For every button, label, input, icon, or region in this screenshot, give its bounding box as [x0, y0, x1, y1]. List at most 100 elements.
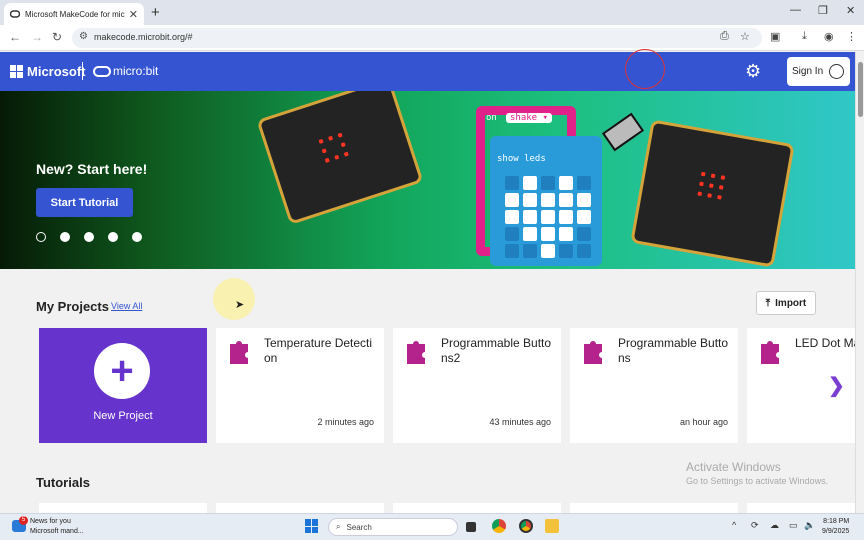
- bookmark-star-icon[interactable]: ☆: [740, 30, 750, 43]
- user-avatar-icon: [829, 64, 845, 79]
- import-button[interactable]: ⤒ Import: [756, 291, 816, 315]
- tutorial-card[interactable]: [216, 503, 384, 513]
- reload-icon[interactable]: ↻: [52, 30, 62, 44]
- carousel-dot[interactable]: [36, 232, 46, 242]
- hero-banner: on shake ▾ show leds New? Start here! St…: [0, 91, 855, 269]
- led-cell: [577, 210, 591, 224]
- carousel-dot[interactable]: [60, 232, 70, 242]
- project-card[interactable]: Programmable Buttons an hour ago: [570, 328, 738, 443]
- led-cell: [559, 244, 573, 258]
- back-icon[interactable]: ←: [9, 30, 21, 44]
- hero-headline: New? Start here!: [36, 161, 148, 177]
- news-widget[interactable]: News for you Microsoft mand...: [30, 517, 84, 537]
- tutorial-card[interactable]: [393, 503, 561, 513]
- usb-cable-image: [601, 112, 645, 152]
- page-scrollbar[interactable]: [855, 52, 864, 513]
- search-placeholder: Search: [346, 522, 372, 532]
- browser-tab[interactable]: Microsoft MakeCode for micro: ✕: [4, 3, 144, 25]
- tray-volume-icon[interactable]: 🔈: [804, 520, 815, 531]
- watermark-line2: Go to Settings to activate Windows.: [686, 476, 829, 486]
- project-title: Temperature Detection: [264, 336, 373, 365]
- tray-cloud-icon[interactable]: ☁: [770, 520, 779, 531]
- block-on-label: on: [486, 113, 497, 123]
- plus-icon: +: [94, 343, 150, 399]
- install-app-icon[interactable]: ⎙: [720, 30, 729, 43]
- new-project-card[interactable]: + New Project: [39, 328, 207, 443]
- microsoft-brand[interactable]: Microsoft: [27, 64, 86, 79]
- puzzle-icon: [584, 341, 602, 364]
- led-cell: [541, 176, 555, 190]
- project-card[interactable]: Programmable Buttons2 43 minutes ago: [393, 328, 561, 443]
- taskbar-search[interactable]: ⌕ Search: [328, 518, 458, 536]
- tray-chevron-icon[interactable]: ^: [732, 520, 736, 530]
- close-window-button[interactable]: ✕: [846, 4, 855, 17]
- carousel-dot[interactable]: [132, 232, 142, 242]
- puzzle-icon: [761, 341, 779, 364]
- downloads-icon[interactable]: ⤓: [802, 30, 807, 43]
- forward-icon[interactable]: →: [31, 30, 43, 44]
- led-cell: [577, 176, 591, 190]
- tray-sync-icon[interactable]: ⟳: [751, 520, 759, 531]
- led-cell: [523, 193, 537, 207]
- led-cell: [541, 210, 555, 224]
- led-cell: [505, 227, 519, 241]
- minimize-button[interactable]: —: [790, 4, 801, 16]
- start-tutorial-button[interactable]: Start Tutorial: [36, 188, 133, 217]
- led-cell: [559, 193, 573, 207]
- browser-toolbar: ← → ↻ ⚙ makecode.microbit.org/# ⎙ ☆ ▣ ⤓ …: [0, 25, 864, 51]
- scroll-thumb[interactable]: [858, 62, 863, 117]
- news-badge: 5: [19, 516, 28, 525]
- led-cell: [523, 176, 537, 190]
- microbit-brand[interactable]: micro:bit: [113, 64, 158, 78]
- microbit-board-image: [630, 119, 795, 268]
- new-tab-button[interactable]: +: [151, 4, 160, 21]
- led-cell: [505, 176, 519, 190]
- task-view-icon[interactable]: [466, 522, 476, 532]
- led-cell: [541, 227, 555, 241]
- file-explorer-icon[interactable]: [545, 519, 559, 533]
- clock-time: 8:18 PM: [823, 518, 850, 525]
- news-subtitle: Microsoft mand...: [30, 528, 84, 535]
- tutorial-card[interactable]: [747, 503, 855, 513]
- view-all-link[interactable]: View All: [111, 301, 142, 311]
- site-info-icon[interactable]: ⚙: [79, 31, 88, 42]
- upload-icon: ⤒: [765, 297, 771, 309]
- tab-search-icon[interactable]: ▣: [770, 30, 780, 43]
- menu-icon[interactable]: ⋮: [846, 30, 857, 43]
- sign-in-button[interactable]: Sign In: [787, 57, 850, 86]
- led-cell: [505, 193, 519, 207]
- microbit-board-image: [256, 91, 424, 225]
- header-divider: [82, 62, 83, 80]
- mouse-cursor-icon: ➤: [235, 299, 245, 311]
- puzzle-icon: [407, 341, 425, 364]
- project-title: LED Dot Ma: [795, 336, 855, 350]
- tab-title: Microsoft MakeCode for micro:: [25, 9, 125, 19]
- address-url: makecode.microbit.org/#: [94, 32, 193, 42]
- led-cell: [559, 227, 573, 241]
- chrome-icon[interactable]: [492, 519, 506, 533]
- browser-tabstrip: Microsoft MakeCode for micro: ✕ + — ❐ ✕: [0, 0, 864, 25]
- sign-in-label: Sign In: [792, 66, 824, 77]
- led-cell: [559, 176, 573, 190]
- watermark-line1: Activate Windows: [686, 460, 781, 474]
- tutorial-card[interactable]: [570, 503, 738, 513]
- restore-button[interactable]: ❐: [818, 4, 828, 17]
- carousel-dot[interactable]: [108, 232, 118, 242]
- block-shake-label: shake ▾: [506, 113, 552, 123]
- tray-monitor-icon[interactable]: ▭: [789, 520, 798, 531]
- windows-start-icon[interactable]: [305, 519, 319, 533]
- tab-close-icon[interactable]: ✕: [129, 8, 138, 21]
- led-cell: [523, 244, 537, 258]
- settings-gear-icon[interactable]: ⚙: [745, 61, 761, 82]
- profile-icon[interactable]: ◉: [824, 30, 834, 43]
- address-bar[interactable]: ⚙ makecode.microbit.org/#: [72, 28, 762, 48]
- tutorial-card[interactable]: [39, 503, 207, 513]
- taskbar-clock[interactable]: 8:18 PM 9/9/2025: [822, 517, 849, 537]
- chrome-profile-icon[interactable]: [519, 519, 533, 533]
- carousel-next-icon[interactable]: ❯: [828, 373, 845, 398]
- cursor-highlight: [213, 278, 255, 320]
- tutorials-title: Tutorials: [36, 475, 90, 490]
- project-time: 2 minutes ago: [317, 417, 374, 427]
- carousel-dot[interactable]: [84, 232, 94, 242]
- project-card[interactable]: Temperature Detection 2 minutes ago: [216, 328, 384, 443]
